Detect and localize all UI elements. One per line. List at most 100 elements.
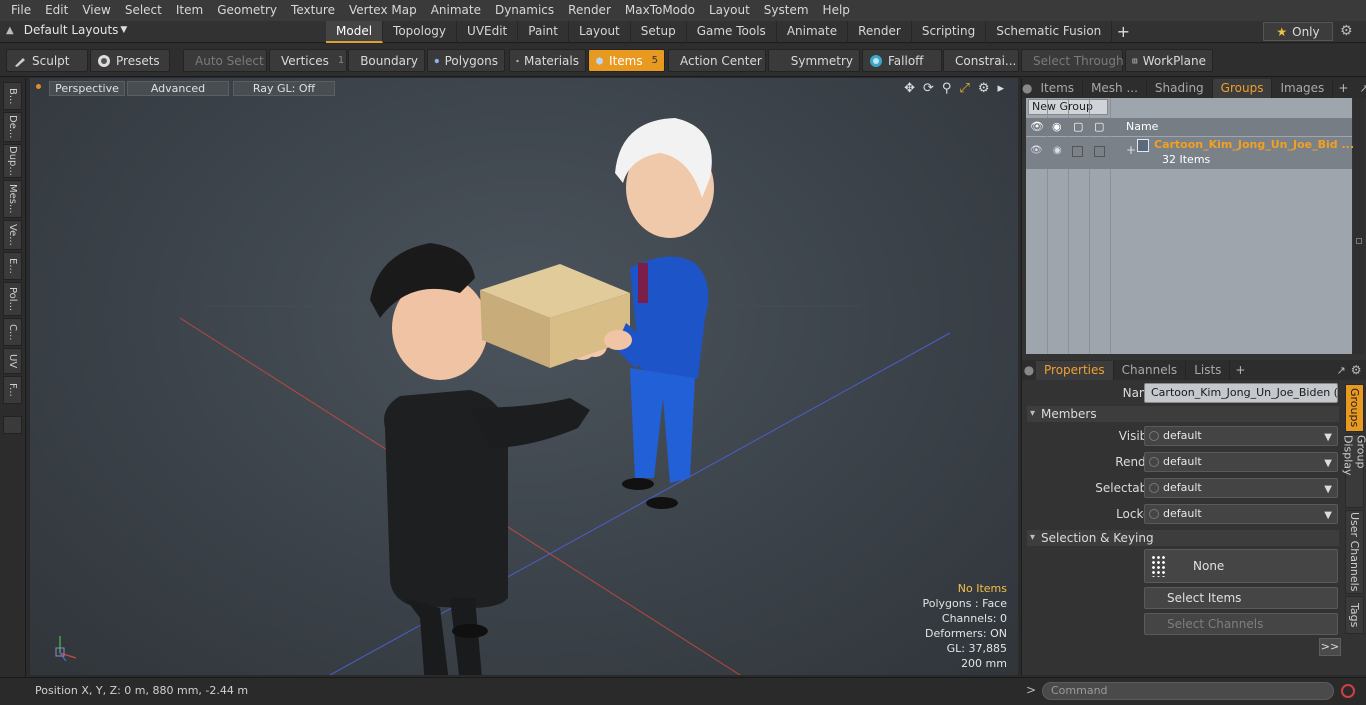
menu-render[interactable]: Render <box>561 0 618 21</box>
tab-game-tools[interactable]: Game Tools <box>687 21 777 43</box>
boundary-button[interactable]: Boundary <box>348 49 425 72</box>
lock-icon[interactable]: ▢ <box>1094 120 1104 133</box>
gear-icon[interactable]: ⚙ <box>1340 23 1353 39</box>
menu-dynamics[interactable]: Dynamics <box>488 0 561 21</box>
left-tab-polygon[interactable]: Pol... <box>3 282 22 316</box>
menu-system[interactable]: System <box>757 0 816 21</box>
groups-scrollbar[interactable] <box>1353 98 1365 354</box>
menu-file[interactable]: File <box>4 0 38 21</box>
tab-properties[interactable]: Properties <box>1036 360 1114 380</box>
tab-paint[interactable]: Paint <box>518 21 569 43</box>
group-row[interactable]: 👁 ◉ + Cartoon_Kim_Jong_Un_Joe_Bid ... 32… <box>1026 137 1354 169</box>
select-channels-button[interactable]: Select Channels <box>1144 613 1338 635</box>
menu-item[interactable]: Item <box>169 0 210 21</box>
expand-props-icon[interactable]: ↗ <box>1336 364 1345 377</box>
left-tab-curve[interactable]: C... <box>3 318 22 346</box>
add-panel-tab-button[interactable]: + <box>1333 81 1353 95</box>
3d-viewport[interactable]: Perspective Advanced Ray GL: Off ✥ ⟳ ⚲ ⤢… <box>30 78 1018 675</box>
tab-images[interactable]: Images <box>1272 78 1334 98</box>
side-tab-tags[interactable]: Tags <box>1345 596 1364 634</box>
render-dropdown[interactable]: default ▼ <box>1144 452 1338 472</box>
members-section-header[interactable]: Members <box>1027 406 1339 422</box>
tab-mesh[interactable]: Mesh ... <box>1083 78 1147 98</box>
side-tab-groups[interactable]: Groups <box>1345 384 1364 432</box>
side-tab-user-channels[interactable]: User Channels <box>1345 510 1364 594</box>
left-tab-vertex[interactable]: Ve... <box>3 220 22 250</box>
falloff-button[interactable]: Falloff <box>862 49 942 72</box>
selectable-dropdown[interactable]: default ▼ <box>1144 478 1338 498</box>
tab-lists[interactable]: Lists <box>1186 360 1231 380</box>
tab-render[interactable]: Render <box>848 21 912 43</box>
left-tab-edge[interactable]: E... <box>3 252 22 280</box>
scroll-handle[interactable] <box>1356 238 1362 244</box>
expand-plus-icon[interactable]: + <box>1126 143 1136 157</box>
items-button[interactable]: Items 5 <box>588 49 665 72</box>
constraints-button[interactable]: Constrai... <box>943 49 1019 72</box>
menu-vertex-map[interactable]: Vertex Map <box>342 0 424 21</box>
select-items-button[interactable]: Select Items <box>1144 587 1338 609</box>
tab-groups[interactable]: Groups <box>1212 78 1273 98</box>
select-icon[interactable]: ▢ <box>1073 120 1083 133</box>
menu-maxtomodo[interactable]: MaxToModo <box>618 0 702 21</box>
materials-button[interactable]: Materials <box>509 49 586 72</box>
action-center-button[interactable]: Action Center <box>668 49 766 72</box>
left-tab-deform[interactable]: De... <box>3 112 22 142</box>
groups-list[interactable]: New Group 👁 ◉ ▢ ▢ Name 👁 ◉ + Cartoon_Kim… <box>1026 98 1354 354</box>
render-icon[interactable]: ◉ <box>1052 120 1062 133</box>
tab-animate[interactable]: Animate <box>777 21 849 43</box>
tab-uvedit[interactable]: UVEdit <box>457 21 519 43</box>
keying-none-button[interactable]: None <box>1144 549 1338 583</box>
selection-keying-section-header[interactable]: Selection & Keying <box>1027 530 1339 546</box>
menu-select[interactable]: Select <box>118 0 169 21</box>
row-render-icon[interactable]: ◉ <box>1053 145 1062 156</box>
expand-panel-icon[interactable]: ↗ <box>1359 82 1366 95</box>
menu-layout[interactable]: Layout <box>702 0 757 21</box>
tab-setup[interactable]: Setup <box>631 21 687 43</box>
props-gear-icon[interactable]: ⚙ <box>1351 363 1362 377</box>
visible-dropdown[interactable]: default ▼ <box>1144 426 1338 446</box>
row-select-checkbox[interactable] <box>1072 146 1083 157</box>
vertices-button[interactable]: Vertices 1 <box>269 49 347 72</box>
left-tab-mesh-edit[interactable]: Mes... <box>3 180 22 218</box>
left-tab-extra[interactable] <box>3 416 22 434</box>
visibility-eye-icon[interactable]: 👁 <box>1030 120 1044 133</box>
tab-model[interactable]: Model <box>326 21 384 43</box>
sculpt-button[interactable]: Sculpt <box>6 49 88 72</box>
menu-edit[interactable]: Edit <box>38 0 75 21</box>
tab-channels[interactable]: Channels <box>1114 360 1187 380</box>
left-tab-duplicate[interactable]: Dup... <box>3 144 22 178</box>
symmetry-button[interactable]: Symmetry <box>768 49 860 72</box>
layout-selector[interactable]: ▲ Default Layouts ▼ <box>6 23 127 37</box>
name-field[interactable]: Cartoon_Kim_Jong_Un_Joe_Biden (3) <box>1144 383 1338 403</box>
row-lock-checkbox[interactable] <box>1094 146 1105 157</box>
add-props-tab-button[interactable]: + <box>1230 363 1250 377</box>
tab-items[interactable]: Items <box>1032 78 1084 98</box>
only-button[interactable]: ★ Only <box>1263 22 1333 41</box>
auto-select-button[interactable]: Auto Select <box>183 49 267 72</box>
menu-texture[interactable]: Texture <box>284 0 342 21</box>
tab-layout[interactable]: Layout <box>569 21 631 43</box>
presets-button[interactable]: Presets <box>90 49 170 72</box>
record-icon[interactable] <box>1341 684 1355 698</box>
left-tab-fusion[interactable]: F... <box>3 376 22 404</box>
tab-schematic-fusion[interactable]: Schematic Fusion <box>986 21 1113 43</box>
polygons-button[interactable]: Polygons <box>427 49 505 72</box>
left-tab-uv[interactable]: UV <box>3 348 22 374</box>
tab-topology[interactable]: Topology <box>383 21 458 43</box>
menu-help[interactable]: Help <box>816 0 857 21</box>
left-tab-basic[interactable]: B... <box>3 82 22 110</box>
select-through-button[interactable]: Select Through <box>1021 49 1124 72</box>
locked-dropdown[interactable]: default ▼ <box>1144 504 1338 524</box>
menu-animate[interactable]: Animate <box>424 0 488 21</box>
add-tab-button[interactable]: + <box>1112 21 1134 43</box>
name-column-header[interactable]: Name <box>1126 120 1158 133</box>
menu-geometry[interactable]: Geometry <box>210 0 284 21</box>
default-layouts-dropdown[interactable]: Default Layouts <box>24 23 119 37</box>
tab-shading[interactable]: Shading <box>1147 78 1213 98</box>
workplane-button[interactable]: WorkPlane <box>1125 49 1213 72</box>
menu-view[interactable]: View <box>75 0 117 21</box>
command-input[interactable]: Command <box>1042 682 1334 700</box>
side-tab-group-display[interactable]: Group Display <box>1342 434 1366 508</box>
more-button[interactable]: >> <box>1319 638 1341 656</box>
row-eye-icon[interactable]: 👁 <box>1030 145 1043 156</box>
